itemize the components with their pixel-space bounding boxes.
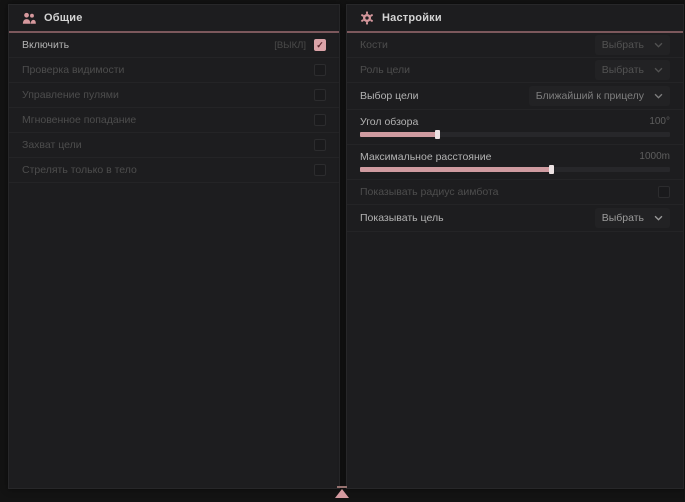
row-show-radius-label: Показывать радиус аимбота [360,186,499,198]
chevron-down-icon [654,215,663,221]
distance-value: 1000m [639,151,670,162]
general-panel-header: Общие [9,5,339,31]
row-target-lock-label: Захват цели [22,139,82,151]
row-bullet-control-label: Управление пулями [22,89,119,101]
row-bones: Кости Выбрать [347,33,683,58]
row-target-role: Роль цели Выбрать [347,58,683,83]
row-visibility-check[interactable]: Проверка видимости [9,58,339,83]
chevron-down-icon [654,93,663,99]
bullet-control-checkbox[interactable] [314,89,326,101]
row-fov: Угол обзора 100° [347,110,683,145]
row-enable[interactable]: Включить [ВЫКЛ] ✓ [9,33,339,58]
row-body-only-label: Стрелять только в тело [22,164,137,176]
row-show-radius[interactable]: Показывать радиус аимбота [347,180,683,205]
fov-slider-handle[interactable] [435,130,440,139]
show-radius-checkbox[interactable] [658,186,670,198]
settings-panel-title: Настройки [382,12,442,24]
settings-panel: Настройки Кости Выбрать Роль цели Выбрат… [346,4,684,489]
distance-label: Максимальное расстояние [360,151,491,163]
chevron-down-icon [654,42,663,48]
row-bones-label: Кости [360,39,388,51]
fov-label: Угол обзора [360,116,418,128]
fov-slider-fill [360,132,438,137]
fov-value: 100° [649,116,670,127]
target-role-dropdown-value: Выбрать [602,64,644,76]
row-show-target: Показывать цель Выбрать [347,205,683,232]
bones-dropdown[interactable]: Выбрать [595,35,670,55]
check-icon: ✓ [316,41,324,50]
row-target-role-label: Роль цели [360,64,410,76]
enable-checkbox[interactable]: ✓ [314,39,326,51]
row-instant-hit[interactable]: Мгновенное попадание [9,108,339,133]
row-visibility-check-label: Проверка видимости [22,64,124,76]
row-target-pick-label: Выбор цели [360,90,419,102]
general-panel: Общие Включить [ВЫКЛ] ✓ Проверка видимос… [8,4,340,489]
row-target-lock[interactable]: Захват цели [9,133,339,158]
target-lock-checkbox[interactable] [314,139,326,151]
bones-dropdown-value: Выбрать [602,39,644,51]
row-show-target-label: Показывать цель [360,212,444,224]
target-pick-dropdown[interactable]: Ближайший к прицелу [529,86,670,106]
distance-slider-fill [360,167,552,172]
target-role-dropdown[interactable]: Выбрать [595,60,670,80]
row-target-pick: Выбор цели Ближайший к прицелу [347,83,683,110]
settings-panel-header: Настройки [347,5,683,31]
row-instant-hit-label: Мгновенное попадание [22,114,136,126]
row-distance: Максимальное расстояние 1000m [347,145,683,180]
show-target-dropdown-value: Выбрать [602,212,644,224]
chevron-down-icon [654,67,663,73]
row-enable-state: [ВЫКЛ] [274,40,306,51]
distance-slider[interactable] [360,167,670,172]
users-icon [22,11,36,25]
fov-slider[interactable] [360,132,670,137]
row-bullet-control[interactable]: Управление пулями [9,83,339,108]
instant-hit-checkbox[interactable] [314,114,326,126]
body-only-checkbox[interactable] [314,164,326,176]
row-body-only[interactable]: Стрелять только в тело [9,158,339,183]
general-panel-title: Общие [44,12,83,24]
visibility-check-checkbox[interactable] [314,64,326,76]
expand-arrow-icon[interactable] [334,486,350,498]
distance-slider-handle[interactable] [549,165,554,174]
target-pick-dropdown-value: Ближайший к прицелу [536,90,644,102]
gear-icon [360,11,374,25]
show-target-dropdown[interactable]: Выбрать [595,208,670,228]
row-enable-label: Включить [22,39,69,51]
